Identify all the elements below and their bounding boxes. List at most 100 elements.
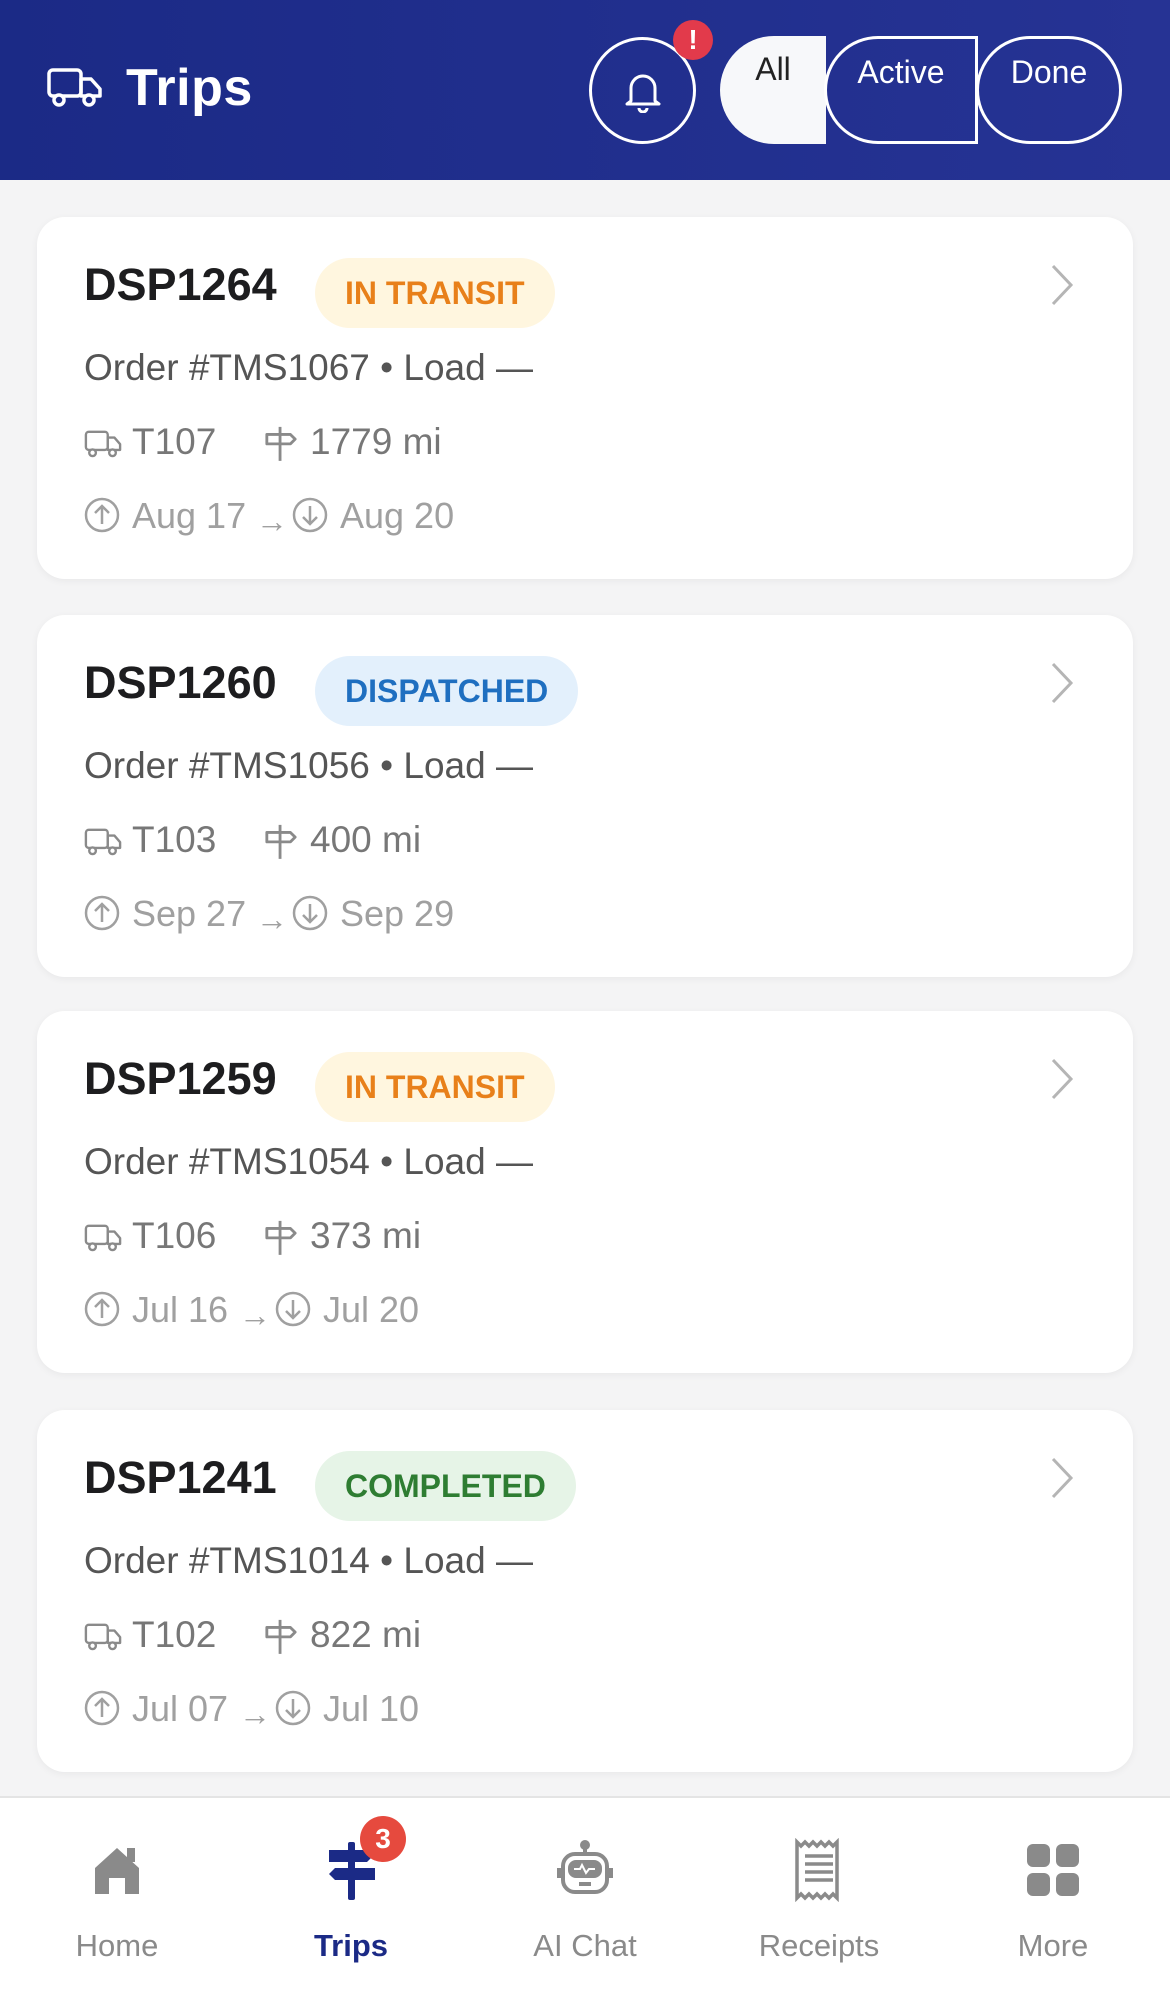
chevron-right-icon [1051,662,1074,704]
delivery-date: Aug 20 [340,495,455,536]
nav-more-label: More [1017,1928,1089,1963]
status-badge: COMPLETED [315,1451,576,1521]
pickup-icon-wrap [84,497,120,533]
pickup-icon [84,497,120,533]
trip-card[interactable]: DSP1241 COMPLETED Order #TMS1014 • Load … [37,1410,1133,1772]
date-arrow: → [256,503,288,539]
trip-card[interactable]: DSP1259 IN TRANSIT Order #TMS1054 • Load… [37,1011,1133,1373]
trip-dates: Aug 17 → Aug 20 [84,495,784,539]
trip-dates: Jul 16 → Jul 20 [84,1289,784,1333]
filter-active-label: Active [857,54,945,90]
trips-count-badge: 3 [360,1816,406,1862]
chevron-right-icon [1051,264,1074,306]
bottom-nav: Home Trips 3 AI Chat Receipts More [0,1796,1170,1992]
truck-icon [47,68,102,107]
date-arrow: → [256,901,288,937]
order-info: Order #TMS1014 • Load — [84,1540,533,1581]
trip-id: DSP1241 [84,1452,277,1503]
order-info: Order #TMS1054 • Load — [84,1141,533,1182]
delivery-date: Jul 10 [323,1688,420,1729]
delivery-icon-wrap [292,497,328,533]
delivery-icon [292,497,328,533]
trip-card[interactable]: DSP1264 IN TRANSIT Order #TMS1067 • Load… [37,217,1133,579]
truck-icon [84,430,122,458]
pickup-icon [84,1291,120,1327]
date-arrow: → [239,1297,271,1333]
notification-badge: ! [673,20,713,60]
chevron-right-icon [1051,1058,1074,1100]
distance-icon-wrap [264,823,298,863]
trip-card[interactable]: DSP1260 DISPATCHED Order #TMS1056 • Load… [37,615,1133,977]
pickup-icon-wrap [84,895,120,931]
distance-icon-wrap [264,1219,298,1259]
status-badge: IN TRANSIT [315,1052,555,1122]
nav-receipts[interactable]: Receipts [702,1798,936,1992]
pickup-icon [84,895,120,931]
trip-distance: 400 mi [310,819,422,860]
delivery-date: Sep 29 [340,893,455,934]
pickup-date: Aug 17 [132,495,247,536]
filter-active[interactable]: Active [824,36,978,144]
signpost-icon [265,824,297,859]
truck-icon-wrap [84,1223,122,1253]
date-arrow: → [239,1696,271,1732]
truck-icon [84,1623,122,1651]
signpost-icon [265,426,297,461]
truck-number: T106 [132,1215,217,1256]
delivery-icon [292,895,328,931]
page-title: Trips [126,59,253,117]
trip-id: DSP1259 [84,1053,277,1104]
trip-id: DSP1264 [84,259,277,310]
trip-distance: 373 mi [310,1215,422,1256]
pickup-date: Jul 16 [132,1289,229,1330]
truck-number: T102 [132,1614,217,1655]
truck-number: T103 [132,819,217,860]
nav-ai-chat[interactable]: AI Chat [468,1798,702,1992]
trip-meta: T107 1779 mi [84,421,784,465]
nav-ai-chat-label: AI Chat [533,1928,637,1963]
distance-icon-wrap [264,425,298,465]
nav-receipts-label: Receipts [758,1928,880,1963]
delivery-icon [275,1690,311,1726]
filter-all[interactable]: All [720,36,826,144]
delivery-date: Jul 20 [323,1289,420,1330]
chevron-right-icon [1051,1457,1074,1499]
truck-number: T107 [132,421,217,462]
pickup-date: Sep 27 [132,893,247,934]
home-icon [95,1848,139,1894]
filter-all-label: All [755,51,791,87]
pickup-icon-wrap [84,1291,120,1327]
trip-id: DSP1260 [84,657,277,708]
truck-icon-wrap [84,1622,122,1652]
filter-done-label: Done [1010,54,1088,90]
order-info: Order #TMS1056 • Load — [84,745,533,786]
status-badge: IN TRANSIT [315,258,555,328]
trip-distance: 1779 mi [310,421,442,462]
distance-icon-wrap [264,1618,298,1658]
app-root: Trips ! All Active Done DSP1264 IN TRANS… [0,0,1170,1992]
bell-icon [625,74,660,113]
filter-done[interactable]: Done [976,36,1122,144]
truck-icon [84,828,122,856]
signpost-icon [265,1220,297,1255]
trip-meta: T102 822 mi [84,1614,784,1658]
nav-home-label: Home [75,1928,159,1963]
trip-dates: Jul 07 → Jul 10 [84,1688,784,1732]
truck-icon-wrap [84,429,122,459]
trip-dates: Sep 27 → Sep 29 [84,893,784,937]
order-info: Order #TMS1067 • Load — [84,347,533,388]
robot-icon [557,1840,613,1894]
receipt-icon [795,1838,839,1902]
pickup-date: Jul 07 [132,1688,229,1729]
nav-trips-label: Trips [313,1928,389,1963]
pickup-icon [84,1690,120,1726]
header: Trips ! All Active Done [0,0,1170,180]
trip-meta: T103 400 mi [84,819,784,863]
nav-more[interactable]: More [936,1798,1170,1992]
nav-trips[interactable]: Trips [234,1798,468,1992]
nav-home[interactable]: Home [0,1798,234,1992]
delivery-icon-wrap [275,1690,311,1726]
delivery-icon-wrap [292,895,328,931]
status-badge: DISPATCHED [315,656,579,726]
pickup-icon-wrap [84,1690,120,1726]
